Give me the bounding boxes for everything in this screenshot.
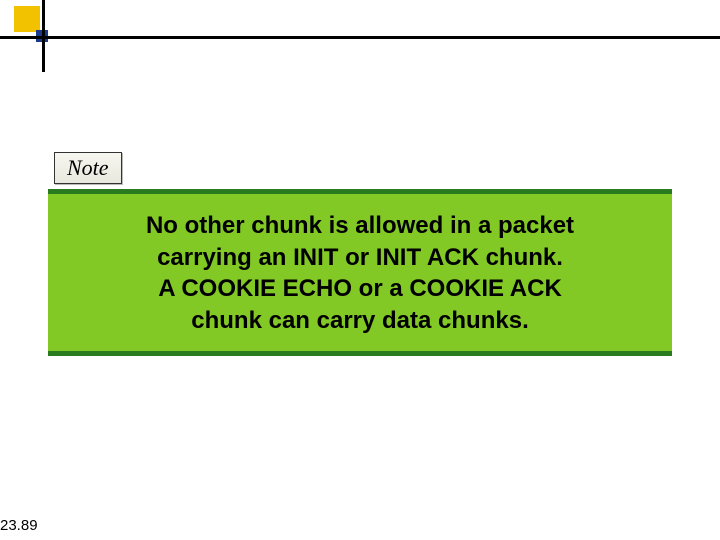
- callout-line-1: No other chunk is allowed in a packet: [146, 212, 574, 239]
- slide-logo: [0, 0, 60, 60]
- horizontal-rule-icon: [0, 36, 720, 39]
- note-label-text: Note: [67, 155, 109, 180]
- callout-text: No other chunk is allowed in a packet ca…: [64, 210, 656, 337]
- note-label-box: Note: [54, 152, 122, 184]
- note-callout: No other chunk is allowed in a packet ca…: [48, 189, 672, 356]
- page-number: 23.89: [0, 517, 38, 534]
- callout-line-4: chunk can carry data chunks.: [191, 307, 528, 334]
- callout-line-2: carrying an INIT or INIT ACK chunk.: [157, 244, 563, 271]
- logo-yellow-square-icon: [14, 6, 40, 32]
- vertical-rule-icon: [42, 0, 45, 72]
- callout-line-3: A COOKIE ECHO or a COOKIE ACK: [158, 275, 562, 302]
